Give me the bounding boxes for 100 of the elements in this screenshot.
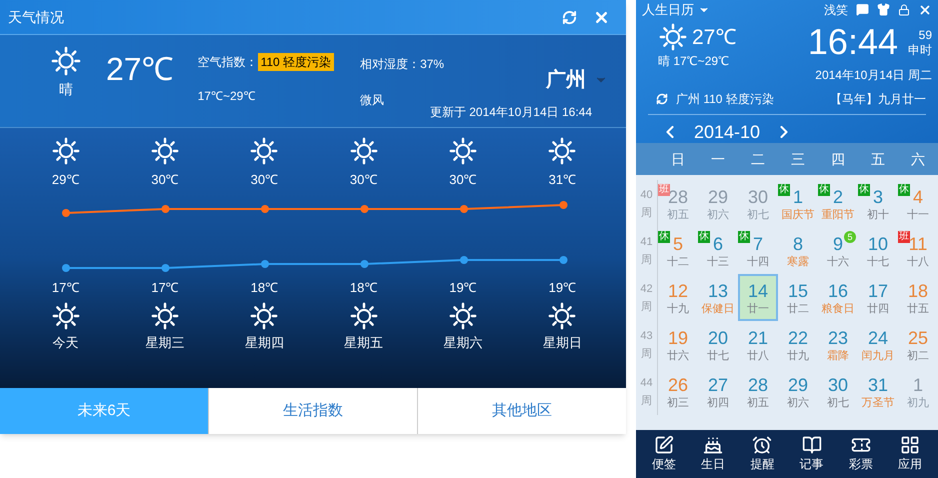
lunar-day: 十一 bbox=[907, 208, 929, 222]
toolbar-button[interactable]: 记事 bbox=[792, 435, 832, 473]
window-title: 天气情况 bbox=[8, 8, 64, 26]
lunar-day: 廿六 bbox=[667, 348, 689, 362]
toolbar-button[interactable]: 便签 bbox=[644, 435, 684, 473]
day-cell[interactable]: 休 6 十三 bbox=[698, 227, 738, 274]
high-temperature: 30℃ bbox=[250, 171, 278, 189]
week-label: 周 bbox=[641, 252, 652, 268]
day-cell[interactable]: 29 初六 bbox=[778, 368, 818, 415]
lunar-day: 初九 bbox=[907, 396, 929, 410]
day-cell[interactable]: 18 廿五 bbox=[898, 274, 938, 321]
day-cell[interactable]: 23 霜降 bbox=[818, 321, 858, 368]
toolbar-button[interactable]: 应用 bbox=[890, 435, 930, 473]
weather-summary: 晴 17℃~29℃ bbox=[658, 53, 730, 70]
sun-icon bbox=[448, 136, 478, 166]
weekday-header: 日 bbox=[670, 150, 686, 168]
day-cell[interactable]: 10 十七 bbox=[858, 227, 898, 274]
lunar-day: 十八 bbox=[907, 254, 929, 268]
weekday-header: 三 bbox=[790, 150, 806, 168]
day-label: 星期四 bbox=[244, 334, 284, 352]
week-label: 周 bbox=[641, 394, 652, 408]
day-cell[interactable]: 19 廿六 bbox=[658, 321, 698, 368]
day-cell[interactable]: 9 十六 5 bbox=[818, 227, 858, 274]
lunar-day: 粮食日 bbox=[822, 302, 854, 316]
day-cell[interactable]: 休 4 十一 bbox=[898, 180, 938, 227]
current-date: 2014年10月14日 周二 bbox=[815, 66, 932, 84]
day-number: 9 bbox=[832, 232, 843, 254]
user-name[interactable]: 浅笑 bbox=[824, 0, 848, 19]
day-label: 星期六 bbox=[443, 334, 482, 352]
low-temperature: 19℃ bbox=[548, 278, 576, 296]
day-number: 30 bbox=[748, 186, 768, 208]
day-number: 2 bbox=[832, 186, 843, 208]
day-cell[interactable]: 1 初九 bbox=[898, 368, 938, 415]
lunar-date: 【马年】九月廿一 bbox=[830, 90, 926, 108]
high-temperature: 30℃ bbox=[449, 171, 477, 189]
lunar-day: 初五 bbox=[747, 396, 769, 410]
lunar-day: 保健日 bbox=[702, 302, 734, 316]
day-label: 星期三 bbox=[145, 334, 184, 352]
day-number: 20 bbox=[708, 326, 728, 348]
weekday-header: 四 bbox=[830, 150, 846, 168]
refresh-icon[interactable] bbox=[562, 10, 577, 24]
day-cell[interactable]: 13 保健日 bbox=[698, 274, 738, 321]
day-cell[interactable]: 17 廿四 bbox=[858, 274, 898, 321]
week-number: 41 bbox=[640, 234, 653, 250]
refresh-icon[interactable] bbox=[656, 92, 668, 104]
day-cell[interactable]: 休 3 初十 bbox=[858, 180, 898, 227]
wind: 微风 bbox=[360, 92, 386, 109]
day-cell[interactable]: 休 5 十二 bbox=[658, 227, 698, 274]
day-cell[interactable]: 30 初七 bbox=[738, 180, 778, 227]
day-cell[interactable]: 31 万圣节 bbox=[858, 368, 898, 415]
day-cell[interactable]: 14 廿一 bbox=[738, 274, 778, 321]
lunar-day: 十六 bbox=[827, 254, 849, 268]
day-tag: 班 bbox=[658, 184, 670, 196]
city-dropdown[interactable]: 广州 bbox=[546, 65, 608, 95]
day-number: 19 bbox=[668, 326, 688, 348]
day-cell[interactable]: 16 粮食日 bbox=[818, 274, 858, 321]
lunar-day: 初十 bbox=[867, 208, 889, 222]
day-number: 4 bbox=[912, 186, 923, 208]
day-cell[interactable]: 休 1 国庆节 bbox=[778, 180, 818, 227]
sun-icon bbox=[448, 301, 478, 331]
day-cell[interactable]: 15 廿二 bbox=[778, 274, 818, 321]
day-number: 29 bbox=[788, 374, 808, 396]
close-icon[interactable] bbox=[918, 2, 932, 17]
shirt-icon[interactable] bbox=[877, 3, 890, 16]
message-icon[interactable] bbox=[856, 3, 869, 16]
lunar-day: 初二 bbox=[907, 348, 929, 362]
day-cell[interactable]: 休 2 重阳节 bbox=[818, 180, 858, 227]
day-cell[interactable]: 25 初二 bbox=[898, 321, 938, 368]
day-cell[interactable]: 22 廿九 bbox=[778, 321, 818, 368]
day-cell[interactable]: 29 初六 bbox=[698, 180, 738, 227]
temperature-range: 17℃~29℃ bbox=[198, 88, 256, 105]
day-cell[interactable]: 26 初三 bbox=[658, 368, 698, 415]
toolbar-button[interactable]: 提醒 bbox=[742, 435, 782, 473]
cake-icon bbox=[703, 435, 724, 455]
weekday-header: 五 bbox=[870, 150, 886, 168]
toolbar-button[interactable]: 生日 bbox=[693, 435, 734, 473]
lock-icon[interactable] bbox=[898, 4, 910, 16]
lunar-day: 十三 bbox=[707, 254, 729, 268]
toolbar-button[interactable]: 彩票 bbox=[840, 435, 881, 473]
day-cell[interactable]: 27 初四 bbox=[698, 368, 738, 415]
day-cell[interactable]: 28 初五 bbox=[738, 368, 778, 415]
day-cell[interactable]: 12 十九 bbox=[658, 274, 698, 321]
day-tag: 休 bbox=[858, 184, 870, 196]
day-cell[interactable]: 21 廿八 bbox=[738, 321, 778, 368]
day-cell[interactable]: 20 廿七 bbox=[698, 321, 738, 368]
sun-icon bbox=[348, 301, 379, 331]
tab[interactable]: 未来6天 bbox=[0, 388, 208, 434]
day-cell[interactable]: 8 寒露 bbox=[778, 227, 818, 274]
lunar-day: 初七 bbox=[747, 208, 769, 222]
day-number: 28 bbox=[748, 374, 768, 396]
day-cell[interactable]: 30 初七 bbox=[818, 368, 858, 415]
high-temperature: 29℃ bbox=[52, 171, 80, 189]
sun-icon bbox=[547, 136, 578, 166]
day-cell[interactable]: 休 7 十四 bbox=[738, 227, 778, 274]
clock-time: 16:44 bbox=[808, 22, 898, 62]
day-cell[interactable]: 24 闰九月 bbox=[858, 321, 898, 368]
day-number: 26 bbox=[668, 374, 688, 396]
day-number: 16 bbox=[828, 280, 848, 302]
current-temperature: 27℃ bbox=[106, 50, 174, 89]
day-number: 24 bbox=[868, 326, 888, 348]
